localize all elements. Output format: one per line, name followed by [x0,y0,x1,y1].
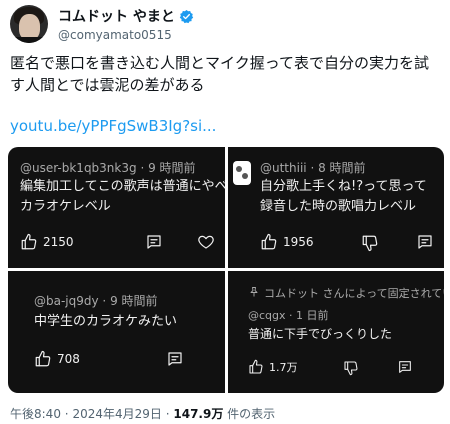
thumbs-down-icon[interactable] [343,360,359,376]
like-count: 708 [57,352,80,366]
thumbs-up-icon[interactable] [260,233,278,251]
comment-text-line2: 録音した時の歌唱力レベル [260,199,417,214]
comment-text-line1: 自分歌上手くね!?って思って [260,179,427,194]
comment-user[interactable]: @cqgx [248,309,286,322]
comment-avatar[interactable] [233,161,251,185]
author-names: コムドット やまと @comyamato0515 [58,6,194,42]
comment-user[interactable]: @user-bk1qb3nk3g [20,161,137,175]
comment-actions: 2150 [20,233,74,251]
view-count: 147.9万 [173,407,224,421]
verified-icon [179,9,194,23]
tweet-meta: 午後8:40 · 2024年4月29日 · 147.9万 件の表示 [10,405,275,422]
comment-text-line1: 編集加工してこの歌声は普通にやべー [20,179,225,194]
comment-actions: 1.7万 [248,359,298,375]
comment-meta: @user-bk1qb3nk3g · 9 時間前 [20,161,196,175]
comment-meta: @ba-jq9dy · 9 時間前 [34,294,158,308]
reply-icon[interactable] [397,359,413,375]
separator: · [165,407,170,421]
comment-card: コムドット さんによって固定されています @cqgx · 1 日前 普通に下手で… [228,271,444,393]
comment-card: @utthiii · 8 時間前 自分歌上手くね!?って思って 録音した時の歌唱… [228,147,444,268]
comment-text-line1: 普通に下手でびっくりした [248,327,393,341]
pin-icon [250,287,258,297]
comment-meta: @cqgx · 1 日前 [248,309,329,322]
like-count: 1956 [283,235,314,249]
reply-icon[interactable] [416,233,434,251]
comment-text-line1: 中学生のカラオケみたい [34,314,178,329]
reply-icon[interactable] [166,350,184,368]
comment-user[interactable]: @ba-jq9dy [34,294,99,308]
comment-actions: 708 [34,350,80,368]
tweet-text: 匿名で悪口を書き込む人間とマイク握って表で自分の実力を試す人間とでは雲泥の差があ… [10,54,429,94]
comment-time: 9 時間前 [110,294,158,308]
thumbs-up-icon[interactable] [34,350,52,368]
comment-user[interactable]: @utthiii [260,161,307,175]
pinned-label: コムドット さんによって固定されています [264,287,444,300]
reply-icon[interactable] [145,233,163,251]
tweet-header: コムドット やまと @comyamato0515 [10,4,194,44]
comment-actions: 1956 [260,233,314,251]
thumbs-down-icon[interactable] [361,234,379,252]
tweet-date[interactable]: 2024年4月29日 [72,407,161,421]
heart-icon[interactable] [197,233,215,251]
comment-card: @ba-jq9dy · 9 時間前 中学生のカラオケみたい 708 [8,271,225,393]
thumbs-up-icon[interactable] [248,359,264,375]
comment-time: 8 時間前 [318,161,366,175]
thumbs-up-icon[interactable] [20,233,38,251]
comment-text-line2: カラオケレベル [20,199,111,214]
comment-card: @user-bk1qb3nk3g · 9 時間前 編集加工してこの歌声は普通にや… [8,147,225,268]
separator: · [64,407,69,421]
author-display-name[interactable]: コムドット やまと [58,6,175,26]
author-avatar[interactable] [10,5,48,43]
view-count-label: 件の表示 [227,407,276,421]
tweet-time[interactable]: 午後8:40 [10,407,61,421]
comment-time: 9 時間前 [148,161,196,175]
like-count: 2150 [43,235,74,249]
comment-meta: @utthiii · 8 時間前 [260,161,366,175]
comment-time: 1 日前 [296,309,329,322]
like-count: 1.7万 [269,361,298,374]
author-handle[interactable]: @comyamato0515 [58,28,194,42]
tweet-link[interactable]: youtu.be/yPPFgSwB3Ig?si... [10,117,216,135]
